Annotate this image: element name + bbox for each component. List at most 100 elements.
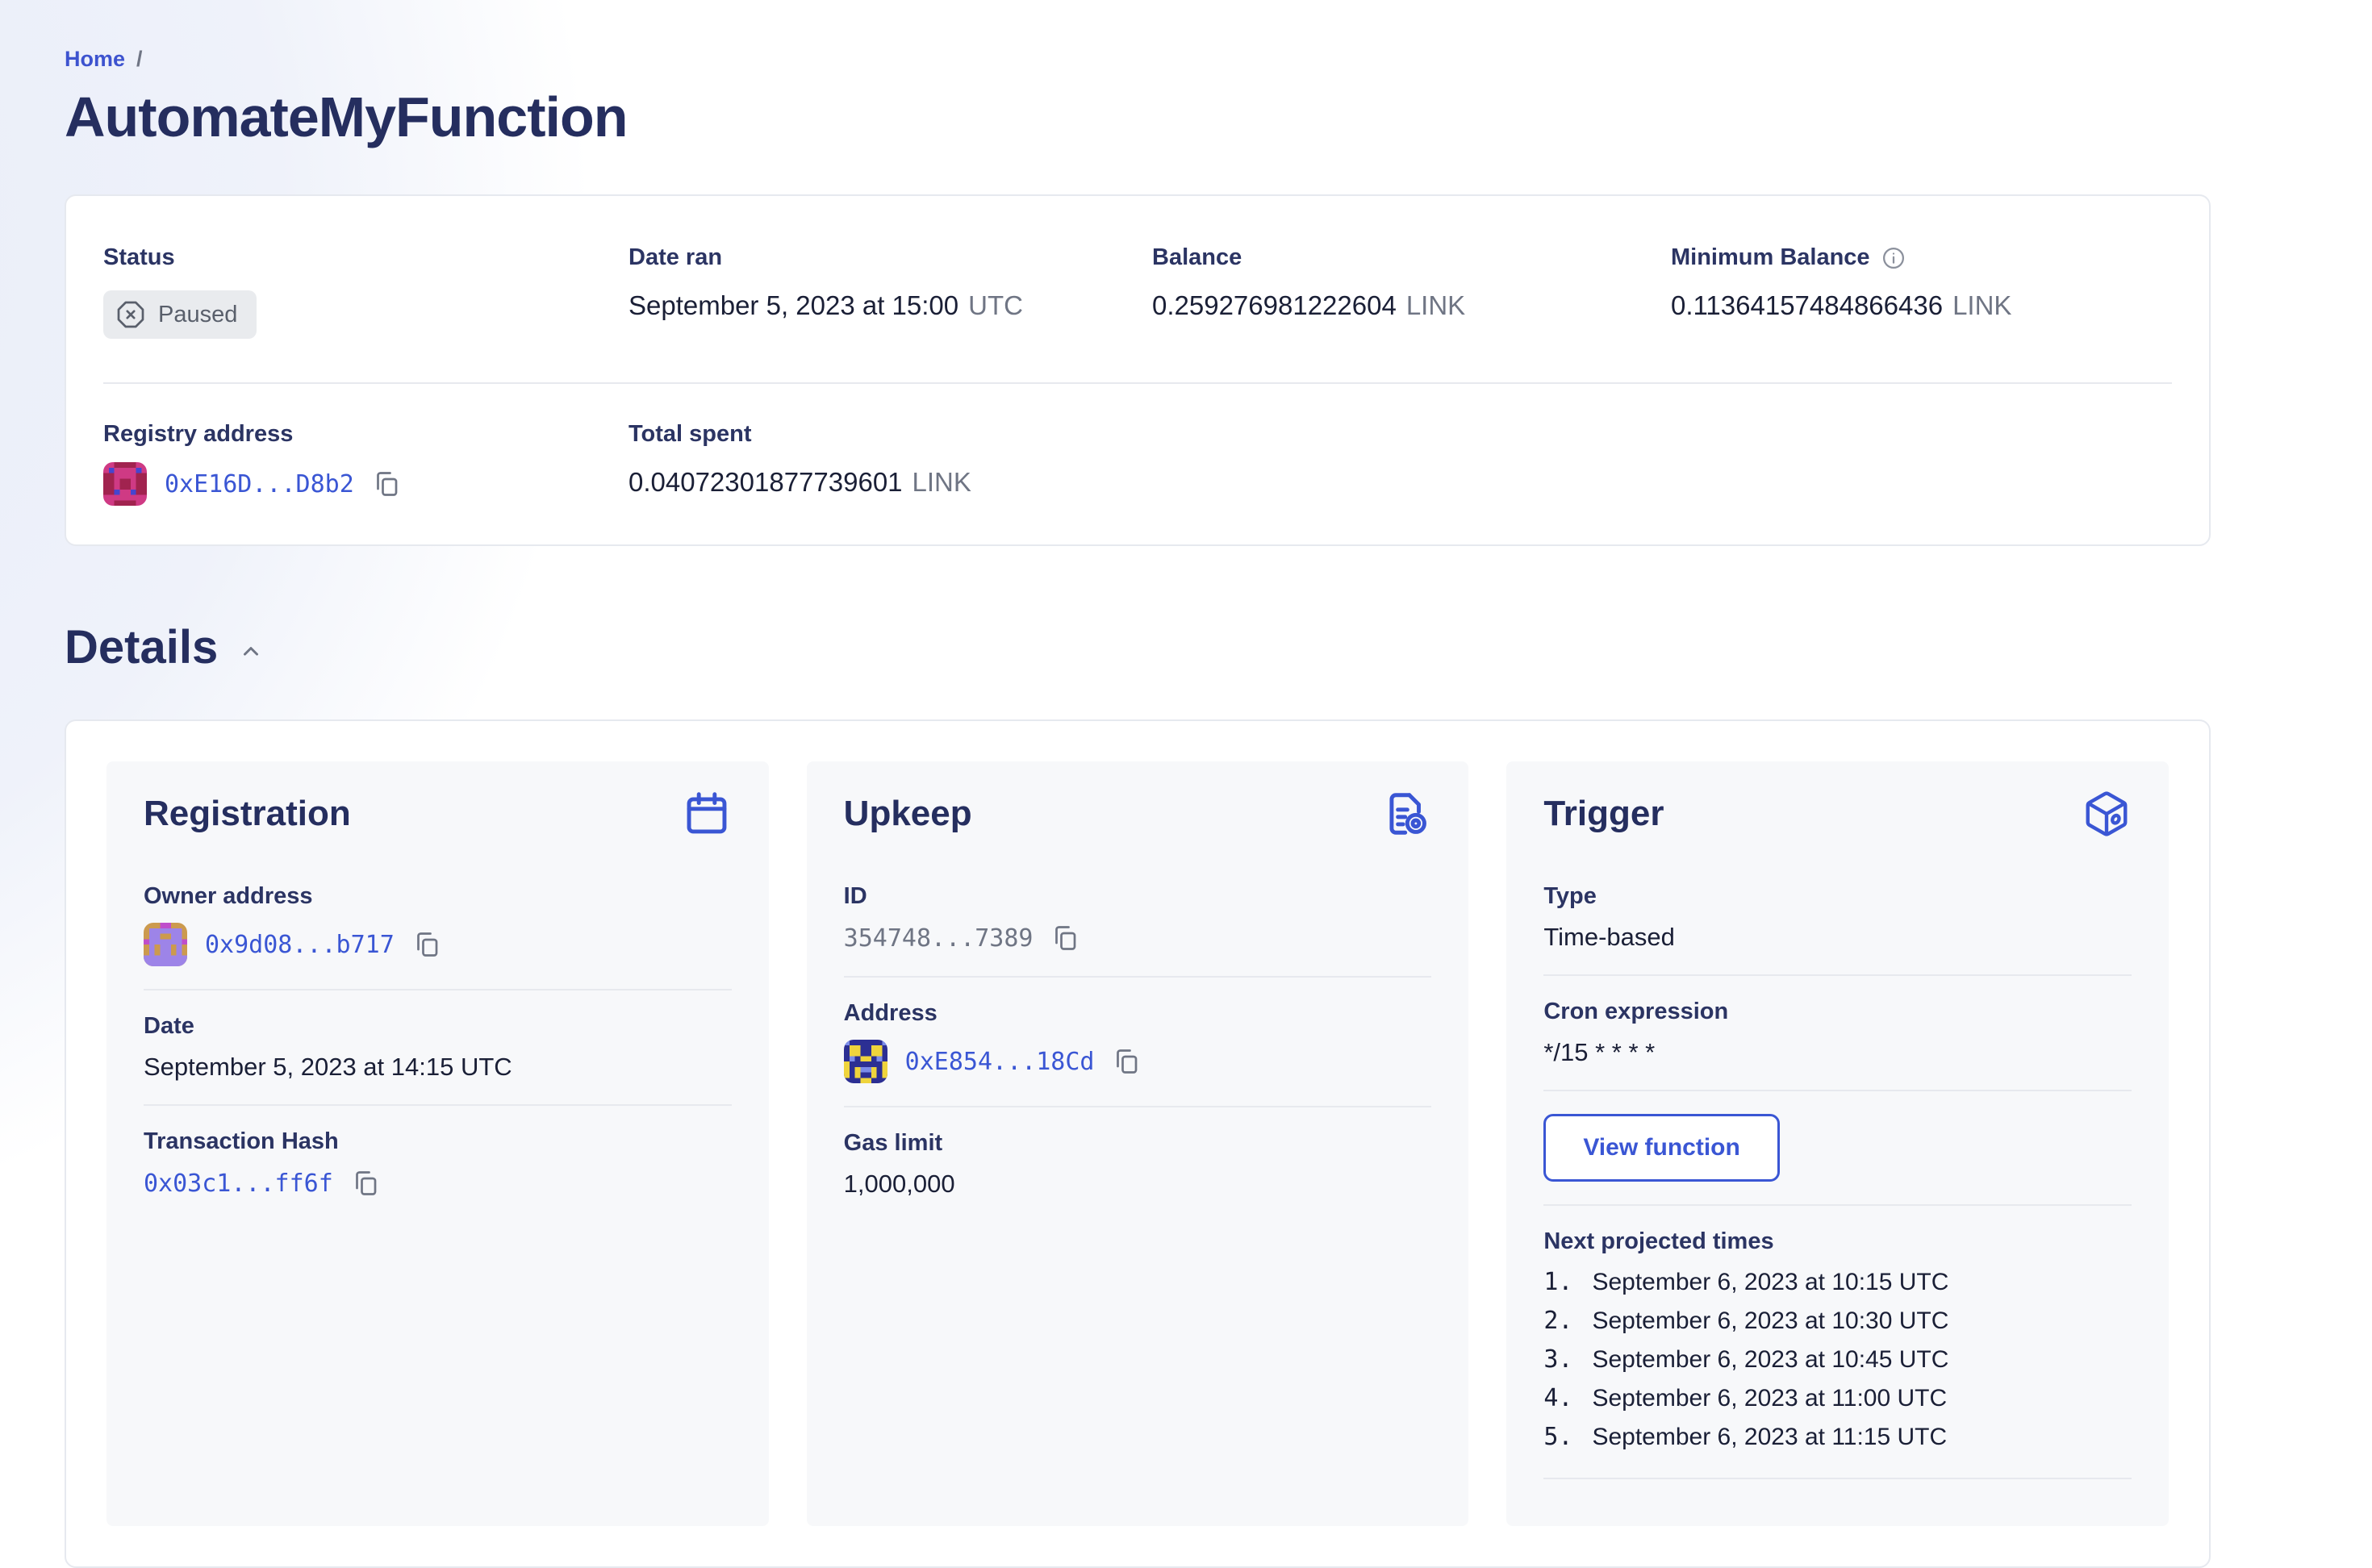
summary-card: Status Paused Date ran September 5, 2023…	[65, 194, 2211, 546]
registration-title: Registration	[144, 794, 351, 833]
transaction-hash-label: Transaction Hash	[144, 1128, 339, 1154]
copy-icon[interactable]	[1050, 923, 1080, 953]
upkeep-title: Upkeep	[843, 794, 972, 833]
next-projected-times-label: Next projected times	[1543, 1228, 1774, 1254]
details-title: Details	[65, 621, 219, 673]
list-item-text: September 6, 2023 at 11:00 UTC	[1592, 1385, 1948, 1412]
min-balance-field: Minimum Balance 0.11364157484866436 LINK	[1671, 244, 2172, 339]
list-item-index: 2.	[1543, 1307, 1573, 1335]
upkeep-address-section: Address 0xE854...18Cd	[843, 976, 1432, 1106]
total-spent-label: Total spent	[628, 421, 752, 447]
list-item-text: September 6, 2023 at 10:30 UTC	[1592, 1307, 1949, 1334]
chevron-up-icon[interactable]	[239, 640, 263, 664]
breadcrumb-separator: /	[136, 47, 143, 71]
cron-expression-section: Cron expression */15 * * * *	[1543, 974, 2132, 1090]
upkeep-card: Upkeep ID 354748...7389 Address 0xE854..…	[806, 761, 1469, 1526]
registry-address-label: Registry address	[103, 421, 294, 447]
summary-divider	[103, 382, 2172, 384]
upkeep-detail-page: Home / AutomateMyFunction Status Paused …	[0, 0, 2372, 1568]
next-projected-times-section: Next projected times 1. September 6, 202…	[1543, 1204, 2132, 1502]
list-item-index: 1.	[1543, 1268, 1573, 1296]
view-function-section: View function	[1543, 1090, 2132, 1204]
list-item: 1. September 6, 2023 at 10:15 UTC	[1543, 1270, 2132, 1295]
owner-identicon	[144, 923, 187, 966]
list-item: 3. September 6, 2023 at 10:45 UTC	[1543, 1347, 2132, 1373]
list-item-index: 5.	[1543, 1423, 1573, 1451]
registry-address-field: Registry address 0xE16D...D8b2	[103, 421, 628, 506]
registration-date-section: Date September 5, 2023 at 14:15 UTC	[144, 989, 732, 1104]
balance-field: Balance 0.259276981222604 LINK	[1152, 244, 1671, 339]
gas-limit-label: Gas limit	[843, 1130, 943, 1156]
total-spent-token: LINK	[912, 467, 971, 497]
transaction-hash-link[interactable]: 0x03c1...ff6f	[144, 1170, 333, 1198]
main-content: Home / AutomateMyFunction Status Paused …	[0, 0, 2372, 1568]
octagon-x-icon	[117, 301, 144, 328]
list-item: 5. September 6, 2023 at 11:15 UTC	[1543, 1424, 2132, 1450]
registration-card: Registration Owner address 0x9d08...b717…	[106, 761, 769, 1526]
upkeep-id-section: ID 354748...7389	[844, 861, 1432, 976]
upkeep-identicon	[843, 1040, 887, 1083]
upkeep-id-value: 354748...7389	[843, 924, 1034, 953]
list-item-text: September 6, 2023 at 11:15 UTC	[1592, 1424, 1948, 1450]
total-spent-field: Total spent 0.04072301877739601 LINK	[628, 421, 1152, 506]
info-icon[interactable]	[1881, 246, 1906, 270]
upkeep-id-label: ID	[843, 883, 867, 909]
min-balance-value: 0.11364157484866436	[1671, 290, 1944, 320]
trigger-bottom-divider	[1543, 1478, 2132, 1479]
document-search-icon	[1381, 789, 1431, 843]
cube-icon	[2082, 789, 2132, 843]
details-heading: Details	[65, 620, 2211, 674]
status-field: Status Paused	[103, 244, 628, 339]
breadcrumb: Home /	[65, 47, 2211, 72]
view-function-button[interactable]: View function	[1543, 1114, 1780, 1182]
status-badge-label: Paused	[158, 301, 238, 327]
date-ran-value: September 5, 2023 at 15:00	[628, 290, 959, 320]
registry-identicon	[103, 462, 147, 506]
date-ran-timezone: UTC	[968, 290, 1023, 320]
copy-icon[interactable]	[1112, 1046, 1141, 1077]
trigger-title: Trigger	[1543, 794, 1664, 833]
cron-expression-label: Cron expression	[1543, 999, 1729, 1024]
gas-limit-value: 1,000,000	[843, 1170, 955, 1198]
next-projected-times-list: 1. September 6, 2023 at 10:15 UTC 2. Sep…	[1543, 1270, 2132, 1450]
balance-value: 0.259276981222604	[1152, 290, 1397, 320]
copy-icon[interactable]	[412, 929, 441, 960]
min-balance-token: LINK	[1952, 290, 2012, 320]
transaction-hash-section: Transaction Hash 0x03c1...ff6f	[144, 1104, 732, 1221]
page-title: AutomateMyFunction	[65, 85, 628, 148]
registry-address-link[interactable]: 0xE16D...D8b2	[165, 470, 354, 498]
breadcrumb-home-link[interactable]: Home	[65, 47, 125, 72]
calendar-icon	[682, 789, 732, 843]
upkeep-address-link[interactable]: 0xE854...18Cd	[905, 1048, 1095, 1076]
date-ran-label: Date ran	[628, 244, 723, 270]
total-spent-value: 0.04072301877739601	[628, 467, 903, 497]
min-balance-label: Minimum Balance	[1671, 244, 1870, 270]
trigger-type-section: Type Time-based	[1543, 861, 2132, 974]
owner-address-link[interactable]: 0x9d08...b717	[205, 931, 395, 959]
upkeep-address-label: Address	[843, 1000, 938, 1026]
copy-icon[interactable]	[372, 469, 401, 499]
cron-expression-value: */15 * * * *	[1543, 1038, 1656, 1066]
copy-icon[interactable]	[351, 1168, 380, 1199]
list-item: 2. September 6, 2023 at 10:30 UTC	[1543, 1308, 2132, 1334]
registration-date-label: Date	[144, 1013, 194, 1039]
list-item-text: September 6, 2023 at 10:45 UTC	[1592, 1346, 1949, 1373]
list-item-index: 4.	[1543, 1384, 1573, 1412]
owner-address-section: Owner address 0x9d08...b717	[144, 861, 732, 989]
gas-limit-section: Gas limit 1,000,000	[843, 1106, 1432, 1221]
balance-token: LINK	[1405, 290, 1466, 320]
summary-row-2: Registry address 0xE16D...D8b2 Total spe…	[103, 421, 2172, 506]
status-badge: Paused	[103, 290, 257, 339]
list-item-text: September 6, 2023 at 10:15 UTC	[1592, 1269, 1949, 1295]
summary-row-1: Status Paused Date ran September 5, 2023…	[103, 244, 2172, 339]
date-ran-field: Date ran September 5, 2023 at 15:00 UTC	[628, 244, 1152, 339]
balance-label: Balance	[1152, 244, 1242, 270]
registration-date-value: September 5, 2023 at 14:15 UTC	[144, 1053, 512, 1081]
trigger-card: Trigger Type Time-based Cron expression …	[1506, 761, 2169, 1526]
status-label: Status	[103, 244, 175, 270]
details-cards-row: Registration Owner address 0x9d08...b717…	[106, 761, 2169, 1526]
trigger-type-value: Time-based	[1543, 923, 1675, 951]
details-card: Registration Owner address 0x9d08...b717…	[65, 719, 2211, 1568]
trigger-type-label: Type	[1543, 883, 1597, 909]
list-item: 4. September 6, 2023 at 11:00 UTC	[1543, 1386, 2132, 1412]
